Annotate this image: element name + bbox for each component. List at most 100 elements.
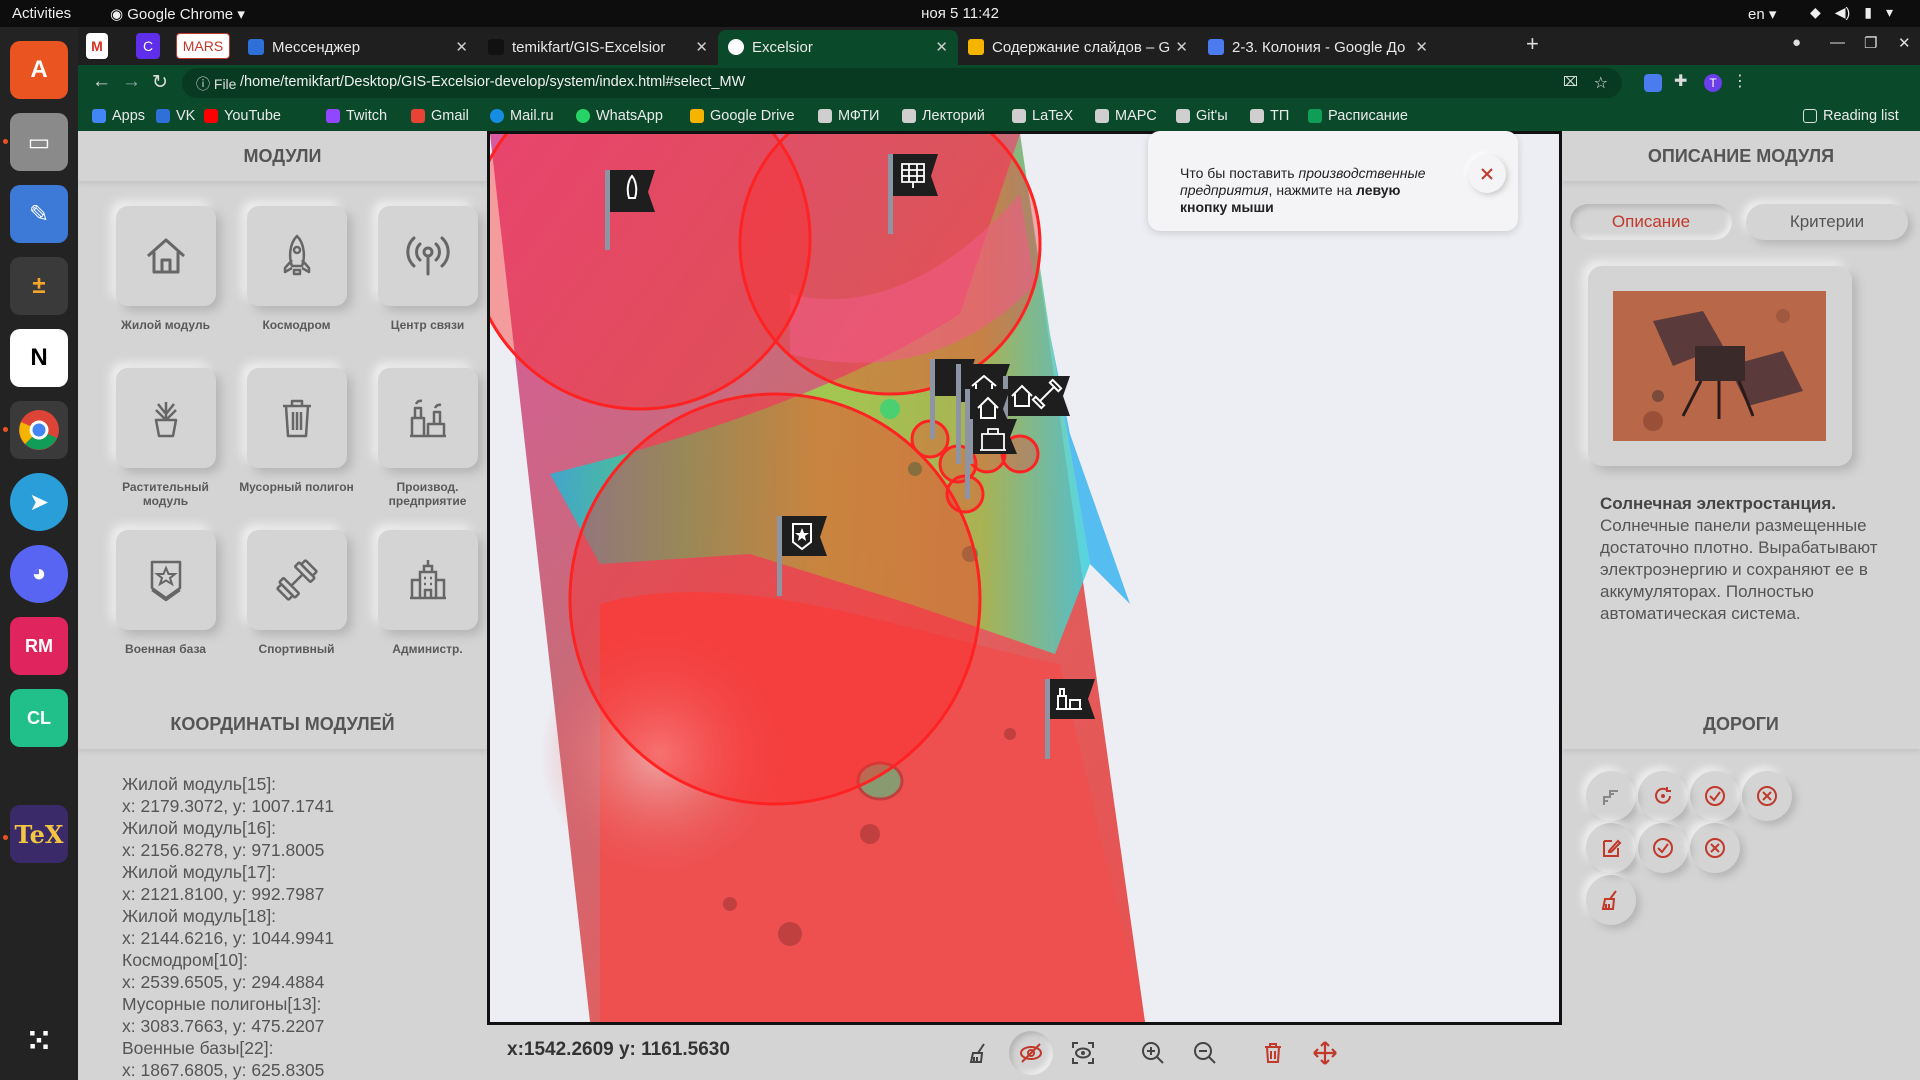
pinned-tab-mars[interactable]: MARS xyxy=(176,33,230,59)
folder-icon xyxy=(1095,109,1109,123)
text-editor-icon[interactable]: ✎ xyxy=(10,185,68,243)
close-icon[interactable]: ✕ xyxy=(455,38,468,56)
broom-button[interactable] xyxy=(957,1031,1001,1075)
zoom-in-button[interactable] xyxy=(1131,1031,1175,1075)
tab-search-icon[interactable]: ● xyxy=(1792,34,1801,51)
mars-map[interactable] xyxy=(487,131,1562,1025)
move-button[interactable] xyxy=(1303,1031,1347,1075)
bookmark-star-icon[interactable]: ☆ xyxy=(1594,73,1608,93)
module-description: Солнечная электростанция. Солнечные пане… xyxy=(1600,493,1900,625)
bookmark-folder-mipt[interactable]: МФТИ xyxy=(818,108,879,124)
discord-icon[interactable]: ◕ xyxy=(10,545,68,603)
module-military[interactable]: Военная база xyxy=(100,530,231,656)
military-badge-icon xyxy=(150,560,181,602)
close-icon[interactable]: ✕ xyxy=(1415,38,1428,56)
extensions-icon[interactable]: ✚ xyxy=(1674,71,1692,90)
bookmark-gmail[interactable]: Gmail xyxy=(411,108,469,124)
road-cancel-button[interactable] xyxy=(1742,771,1792,821)
reading-list[interactable]: Reading list xyxy=(1803,108,1899,124)
zoom-in-icon xyxy=(1142,1042,1164,1064)
tab-slides[interactable]: Содержание слайдов – G ✕ xyxy=(958,30,1198,65)
reload-icon[interactable]: ↻ xyxy=(152,71,168,94)
module-admin[interactable]: Администр. xyxy=(362,530,493,656)
forward-icon[interactable]: → xyxy=(122,71,141,93)
road-edit-cancel-button[interactable] xyxy=(1690,823,1740,873)
texstudio-icon[interactable]: TeX xyxy=(10,805,68,863)
zoom-out-button[interactable] xyxy=(1183,1031,1227,1075)
activities-button[interactable]: Activities xyxy=(12,5,71,22)
bookmark-folder-gits[interactable]: Git'ы xyxy=(1176,108,1228,124)
bookmark-schedule[interactable]: Расписание xyxy=(1308,108,1408,124)
bookmark-folder-tp[interactable]: ТП xyxy=(1250,108,1289,124)
language-indicator[interactable]: en ▾ xyxy=(1748,5,1776,23)
module-icon-box xyxy=(115,368,216,468)
rubymine-icon[interactable]: RM xyxy=(10,617,68,675)
bookmark-folder-mars[interactable]: МАРС xyxy=(1095,108,1157,124)
bookmark-folder-latex[interactable]: LaTeX xyxy=(1012,108,1073,124)
app-menu[interactable]: ◉ Google Chrome ▾ xyxy=(110,5,245,23)
maximize-icon[interactable]: ❐ xyxy=(1864,34,1877,52)
bookmark-youtube[interactable]: YouTube xyxy=(204,108,281,124)
chrome-icon[interactable] xyxy=(10,401,68,459)
bookmark-mailru[interactable]: Mail.ru xyxy=(490,108,554,124)
back-icon[interactable]: ← xyxy=(92,71,111,93)
close-window-icon[interactable]: ✕ xyxy=(1898,34,1911,52)
coord-name: Жилой модуль[18]: xyxy=(122,906,277,926)
module-icon-box xyxy=(377,530,478,630)
module-residential[interactable]: Жилой модуль xyxy=(100,206,231,332)
bookmark-apps[interactable]: Apps xyxy=(92,108,145,124)
close-icon[interactable]: ✕ xyxy=(1175,38,1188,56)
address-bar[interactable]: ⓘ File /home/temikfart/Desktop/GIS-Excel… xyxy=(182,68,1622,98)
module-landfill[interactable]: Мусорный полигон xyxy=(231,368,362,494)
module-spaceport[interactable]: Космодром xyxy=(231,206,362,332)
delete-button[interactable] xyxy=(1251,1031,1295,1075)
road-edit-confirm-button[interactable] xyxy=(1638,823,1688,873)
road-reset-button[interactable] xyxy=(1638,771,1688,821)
module-sports[interactable]: Спортивный xyxy=(231,530,362,656)
bookmark-google-drive[interactable]: Google Drive xyxy=(690,108,795,124)
bookmark-vk[interactable]: VK xyxy=(156,108,195,124)
cursor-coordinates: x:1542.2609 y: 1161.5630 xyxy=(507,1039,730,1060)
tab-docs[interactable]: 2-3. Колония - Google До ✕ xyxy=(1198,30,1438,65)
road-clear-button[interactable] xyxy=(1586,875,1636,925)
bookmark-whatsapp[interactable]: WhatsApp xyxy=(576,108,663,124)
map-canvas[interactable] xyxy=(490,134,1559,1022)
focus-view-button[interactable] xyxy=(1061,1031,1105,1075)
hide-zones-button[interactable] xyxy=(1009,1031,1053,1075)
road-draw-button[interactable] xyxy=(1586,771,1636,821)
close-icon[interactable]: ✕ xyxy=(935,38,948,56)
clion-icon[interactable]: CL xyxy=(10,689,68,747)
tab-criteria[interactable]: Критерии xyxy=(1746,204,1908,240)
show-apps-icon[interactable]: ⁙ xyxy=(10,1012,68,1070)
notion-icon[interactable]: N xyxy=(10,329,68,387)
tab-description[interactable]: Описание xyxy=(1570,204,1732,240)
bookmark-twitch[interactable]: Twitch xyxy=(326,108,387,124)
extension-translate-icon[interactable] xyxy=(1644,74,1662,92)
bookmark-folder-lectorium[interactable]: Лекторий xyxy=(902,108,985,124)
tab-excelsior[interactable]: Excelsior ✕ xyxy=(718,30,958,65)
clock[interactable]: ноя 5 11:42 xyxy=(921,5,999,22)
menu-icon[interactable]: ⋮ xyxy=(1732,71,1750,90)
profile-avatar[interactable]: T xyxy=(1704,74,1722,92)
module-factory[interactable]: Производ. предприятие xyxy=(362,368,493,508)
files-icon[interactable]: ▭ xyxy=(10,113,68,171)
tab-github[interactable]: temikfart/GIS-Excelsior ✕ xyxy=(478,30,718,65)
new-tab-button[interactable]: + xyxy=(1526,31,1539,57)
pinned-tab-gmail[interactable]: M xyxy=(86,33,108,59)
hint-close-button[interactable] xyxy=(1468,155,1506,193)
minimize-icon[interactable]: — xyxy=(1830,34,1845,51)
module-plant[interactable]: Растительный модуль xyxy=(100,368,231,508)
calculator-icon[interactable]: ± xyxy=(10,257,68,315)
road-edit-button[interactable] xyxy=(1586,823,1636,873)
pinned-tab-c[interactable]: C xyxy=(136,33,160,59)
module-comm-center[interactable]: Центр связи xyxy=(362,206,493,332)
translate-icon[interactable]: ⌧ xyxy=(1563,74,1578,90)
road-confirm-button[interactable] xyxy=(1690,771,1740,821)
system-tray[interactable]: ◆ ◀) ▮ ▾ xyxy=(1810,4,1893,21)
software-center-icon[interactable]: A xyxy=(10,41,68,99)
tab-messenger[interactable]: Мессенджер ✕ xyxy=(238,30,478,65)
bookmark-label: Gmail xyxy=(431,108,469,124)
telegram-icon[interactable]: ➤ xyxy=(10,473,68,531)
close-icon[interactable]: ✕ xyxy=(695,38,708,56)
site-info[interactable]: ⓘ File xyxy=(196,74,236,94)
